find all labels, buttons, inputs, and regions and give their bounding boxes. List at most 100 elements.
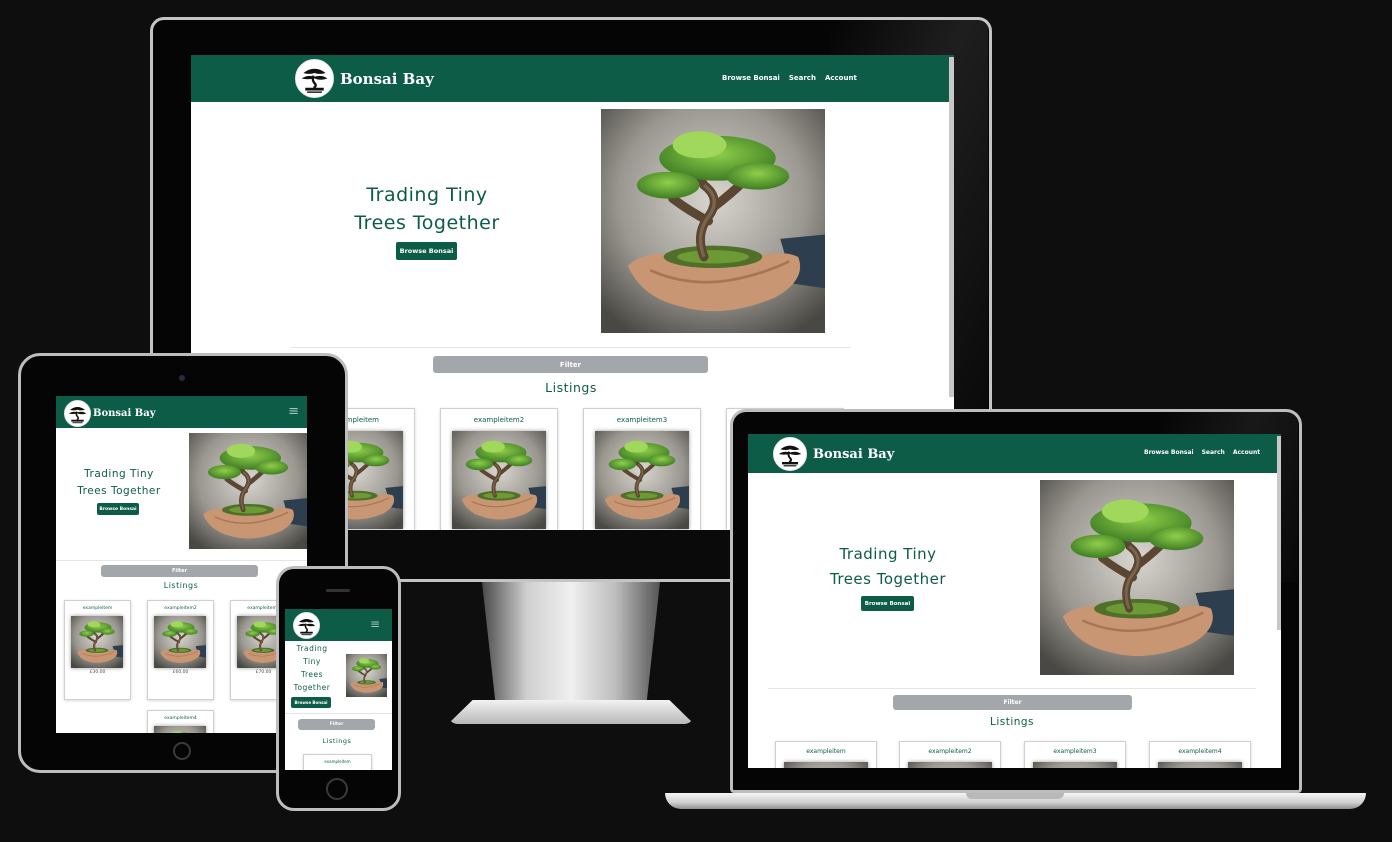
listing-title: exampleitem2 xyxy=(473,416,525,424)
laptop-logo[interactable]: Bonsai Bay xyxy=(773,437,894,471)
listings-heading: Listings xyxy=(545,380,597,395)
listing-image xyxy=(71,616,123,668)
hero-line-4: Together xyxy=(293,683,331,692)
tablet-logo[interactable]: Bonsai Bay xyxy=(64,400,156,427)
listing-price: £60.00 xyxy=(172,670,189,675)
hero-divider xyxy=(291,347,851,348)
bonsai-logo-icon xyxy=(295,59,334,98)
listing-card-4[interactable]: exampleitem4 xyxy=(1149,741,1251,768)
brand-name: Bonsai Bay xyxy=(93,408,156,419)
hero-line-1: Trading Tiny xyxy=(839,545,937,563)
hamburger-menu-icon[interactable]: ≡ xyxy=(288,404,299,419)
listings-heading: Listings xyxy=(163,581,199,590)
hero-browse-button[interactable]: Browse Bonsai xyxy=(97,503,139,515)
tablet-screen: Bonsai Bay ≡ Trading Tiny Trees Together… xyxy=(56,396,307,733)
listings-heading: Listings xyxy=(989,716,1035,728)
listing-card-2[interactable]: exampleitem2 £60.00 xyxy=(147,600,214,700)
listing-title: exampleitem xyxy=(324,759,351,764)
hero-browse-button[interactable]: Browse Bonsai xyxy=(861,596,914,611)
listing-card-3[interactable]: exampleitem3 xyxy=(583,408,701,530)
bonsai-logo-icon xyxy=(64,400,91,427)
hero-line-2: Tiny xyxy=(303,657,321,666)
hero-line-1: Trading xyxy=(296,644,328,653)
laptop-screen: Bonsai Bay Browse Bonsai Search Account … xyxy=(748,434,1281,768)
hero-image xyxy=(189,433,307,549)
filter-button[interactable]: Filter xyxy=(893,695,1132,710)
tablet-camera xyxy=(179,375,185,381)
listing-image xyxy=(1033,762,1117,768)
listing-card-2[interactable]: exampleitem2 xyxy=(899,741,1001,768)
hero-line-3: Trees xyxy=(300,670,324,679)
listing-image xyxy=(908,762,992,768)
listing-title: exampleitem2 xyxy=(164,606,197,611)
nav-account[interactable]: Account xyxy=(1233,449,1260,456)
listing-card-1[interactable]: exampleitem xyxy=(775,741,877,768)
hero-line-1: Trading Tiny xyxy=(366,184,488,206)
listing-title: exampleitem2 xyxy=(928,748,972,755)
listing-title: exampleitem3 xyxy=(1053,748,1097,755)
phone-speaker xyxy=(326,589,350,592)
listing-title: exampleitem4 xyxy=(1178,748,1222,755)
hero-divider xyxy=(56,560,307,561)
laptop-nav-links: Browse Bonsai Search Account xyxy=(1144,449,1260,456)
phone-site: ≡ Trading Tiny Trees Together Browse Bon… xyxy=(285,609,392,770)
hero-line-2: Trees Together xyxy=(77,485,161,497)
nav-search[interactable]: Search xyxy=(789,74,816,82)
listing-card-2[interactable]: exampleitem2 xyxy=(440,408,558,530)
hero-title: Trading Tiny Trees Together xyxy=(71,466,167,500)
filter-button[interactable]: Filter xyxy=(101,565,258,577)
listing-card-1[interactable]: exampleitem xyxy=(303,754,372,770)
hero-divider xyxy=(768,688,1256,689)
hero-image xyxy=(601,109,825,333)
listing-image xyxy=(784,762,868,768)
hero-line-2: Trees Together xyxy=(829,570,947,588)
laptop-scrollbar[interactable] xyxy=(1277,436,1281,630)
nav-account[interactable]: Account xyxy=(825,74,857,82)
laptop-site: Bonsai Bay Browse Bonsai Search Account … xyxy=(748,434,1281,768)
listing-image xyxy=(595,431,689,529)
hero-browse-button[interactable]: Browse Bonsai xyxy=(396,242,457,260)
listing-image xyxy=(154,616,206,668)
listing-card-1[interactable]: exampleitem £30.00 xyxy=(64,600,131,700)
hero-image xyxy=(1040,480,1234,675)
desktop-scrollbar[interactable] xyxy=(949,57,954,397)
laptop-navbar: Bonsai Bay Browse Bonsai Search Account xyxy=(748,434,1281,473)
filter-button[interactable]: Filter xyxy=(298,719,375,730)
desktop-logo[interactable]: Bonsai Bay xyxy=(295,59,434,98)
nav-browse-bonsai[interactable]: Browse Bonsai xyxy=(1144,449,1194,456)
listing-title: exampleitem xyxy=(82,606,113,611)
hero-line-2: Trees Together xyxy=(354,212,500,234)
phone-navbar: ≡ xyxy=(285,609,392,641)
phone-logo[interactable] xyxy=(293,612,320,639)
nav-browse-bonsai[interactable]: Browse Bonsai xyxy=(722,74,780,82)
listing-price: £30.00 xyxy=(89,670,106,675)
bonsai-logo-icon xyxy=(773,437,807,471)
monitor-stand xyxy=(482,582,660,710)
hero-title: Trading Tiny Trees Together xyxy=(321,181,533,237)
hamburger-menu-icon[interactable]: ≡ xyxy=(370,617,380,631)
desktop-nav-links: Browse Bonsai Search Account xyxy=(722,74,857,82)
tablet-home-button[interactable] xyxy=(173,742,191,760)
listing-image xyxy=(1158,762,1242,768)
tablet-navbar: Bonsai Bay ≡ xyxy=(56,396,307,428)
hero-title: Trading Tiny Trees Together xyxy=(288,642,336,694)
listing-title: exampleitem xyxy=(806,748,846,755)
tablet-site: Bonsai Bay ≡ Trading Tiny Trees Together… xyxy=(56,396,307,733)
phone-screen: ≡ Trading Tiny Trees Together Browse Bon… xyxy=(285,609,392,770)
listing-title: exampleitem4 xyxy=(164,716,197,721)
desktop-navbar: Bonsai Bay Browse Bonsai Search Account xyxy=(191,55,954,102)
listing-card-4[interactable]: exampleitem4 xyxy=(147,710,214,733)
monitor-stand-base xyxy=(448,700,694,724)
hero-line-1: Trading Tiny xyxy=(84,468,154,480)
brand-name: Bonsai Bay xyxy=(813,446,895,462)
listing-image xyxy=(452,431,546,529)
hero-divider xyxy=(285,713,392,714)
phone-home-button[interactable] xyxy=(326,778,348,800)
nav-search[interactable]: Search xyxy=(1202,449,1225,456)
filter-button[interactable]: Filter xyxy=(433,356,708,373)
bonsai-logo-icon xyxy=(293,612,320,639)
listing-title: exampleitem3 xyxy=(616,416,668,424)
listing-card-3[interactable]: exampleitem3 xyxy=(1024,741,1126,768)
listing-image xyxy=(154,726,206,733)
hero-browse-button[interactable]: Browse Bonsai xyxy=(291,697,331,708)
